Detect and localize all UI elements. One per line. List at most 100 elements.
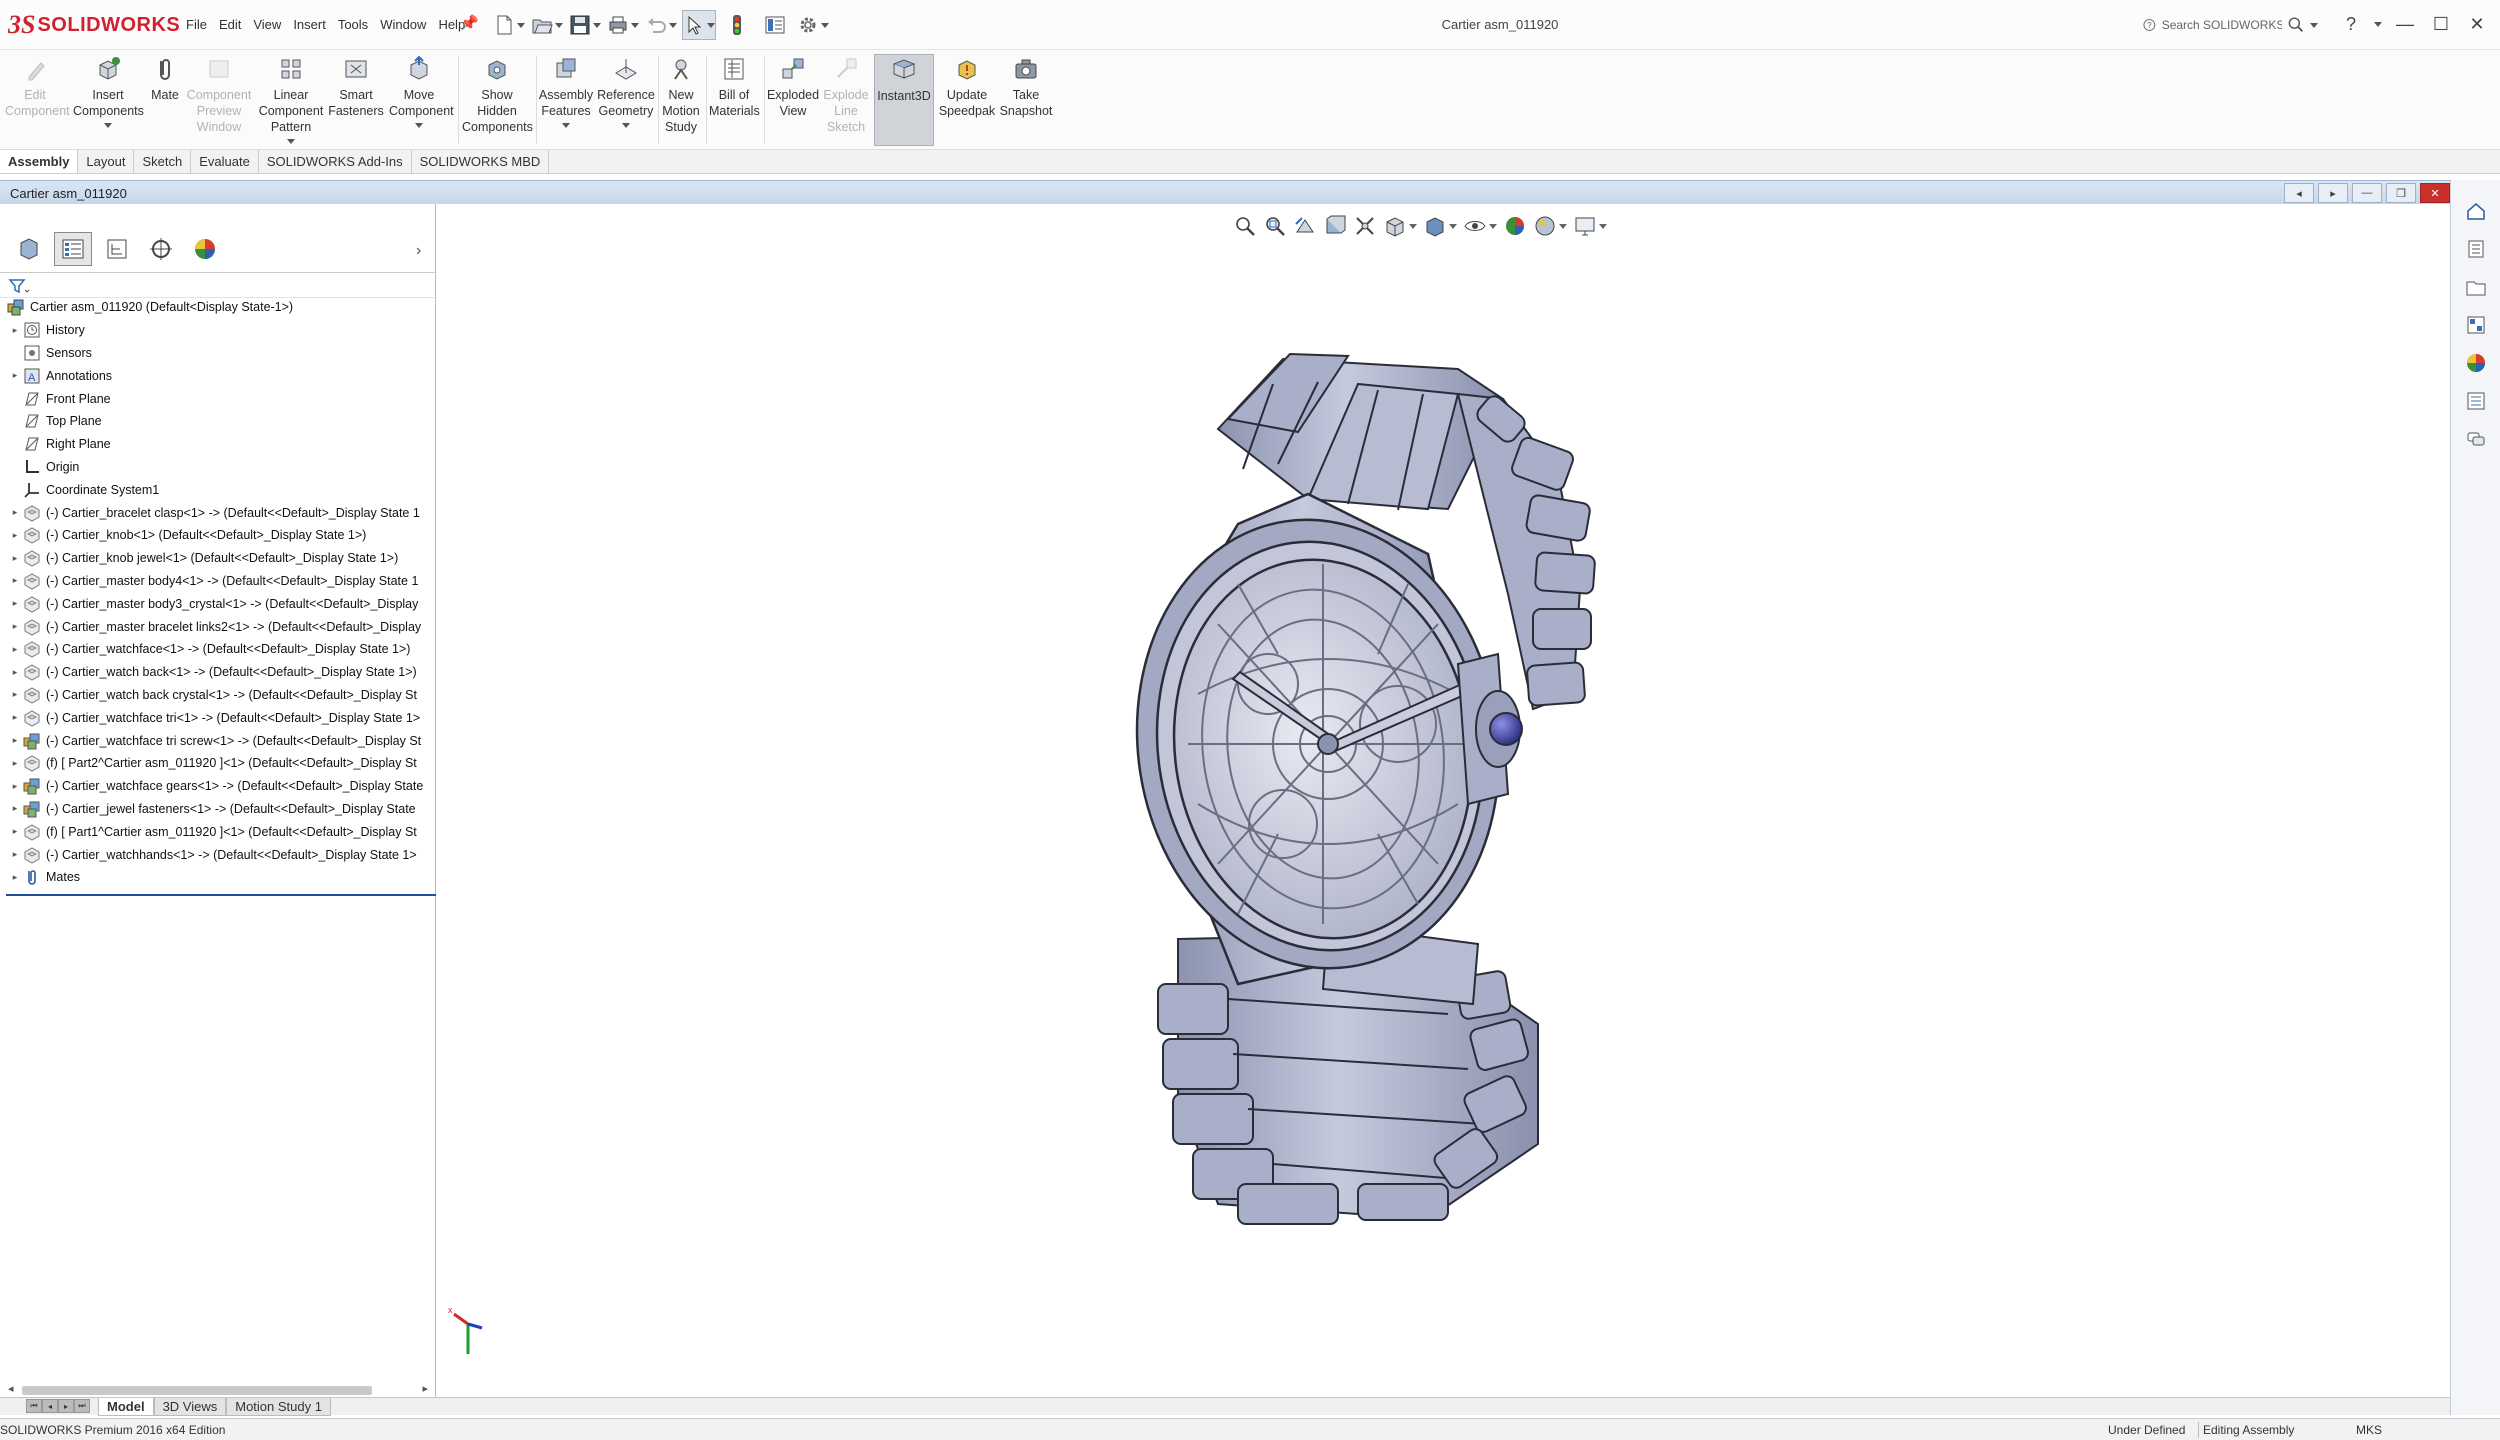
- tree-item[interactable]: ▸ (-) Cartier_watchface tri<1> -> (Defaul…: [0, 706, 436, 729]
- tree-item[interactable]: ▸Sensors: [0, 342, 436, 365]
- expand-arrow-icon[interactable]: ▸: [8, 872, 22, 883]
- undo-button[interactable]: [644, 10, 678, 40]
- scroll-left-icon[interactable]: ◂: [8, 1382, 14, 1395]
- filter-funnel-icon[interactable]: [8, 278, 30, 294]
- tree-item[interactable]: ▸ (-) Cartier_watch back<1> -> (Default<<…: [0, 661, 436, 684]
- section-view-button[interactable]: [1323, 212, 1347, 240]
- display-style-button[interactable]: [1423, 212, 1457, 240]
- tree-item[interactable]: ▸ (-) Cartier_master bracelet links2<1> -…: [0, 615, 436, 638]
- tab-evaluate[interactable]: Evaluate: [191, 150, 259, 173]
- minimize-button[interactable]: —: [2392, 10, 2418, 38]
- print-button[interactable]: [606, 10, 640, 40]
- solidworks-resources-icon[interactable]: [2463, 198, 2489, 224]
- edit-component-button[interactable]: Edit Component: [2, 54, 70, 146]
- reference-geometry-dropdown-icon[interactable]: [622, 123, 630, 128]
- doc-close-button[interactable]: ✕: [2420, 183, 2450, 203]
- close-button[interactable]: ✕: [2464, 10, 2490, 38]
- tab-sketch[interactable]: Sketch: [134, 150, 192, 173]
- tree-item[interactable]: ▸ (-) Cartier_watchhands<1> -> (Default<<…: [0, 843, 436, 866]
- tree-item[interactable]: ▸ (-) Cartier_watchface gears<1> -> (Defa…: [0, 775, 436, 798]
- menu-insert[interactable]: Insert: [287, 15, 332, 34]
- design-library-icon[interactable]: [2463, 236, 2489, 262]
- view-palette-icon[interactable]: [2463, 312, 2489, 338]
- unit-system-selector[interactable]: MKS: [2356, 1423, 2382, 1437]
- move-component-button[interactable]: Move Component: [386, 54, 454, 146]
- edit-appearance-button[interactable]: [1503, 212, 1527, 240]
- menu-tools[interactable]: Tools: [332, 15, 374, 34]
- first-tab-icon[interactable]: ⏮: [26, 1399, 42, 1413]
- update-speedpak-button[interactable]: Update Speedpak: [938, 54, 996, 146]
- expand-arrow-icon[interactable]: ▸: [8, 781, 22, 792]
- tab-layout[interactable]: Layout: [78, 150, 135, 173]
- linear-pattern-dropdown-icon[interactable]: [287, 139, 295, 144]
- horizontal-scrollbar[interactable]: ◂ ▸: [8, 1382, 428, 1396]
- rollback-bar[interactable]: [6, 894, 436, 896]
- tree-item[interactable]: ▸ Mates: [0, 866, 436, 889]
- tree-item[interactable]: ▸ (f) [ Part2^Cartier asm_011920 ]<1> (De…: [0, 752, 436, 775]
- show-hidden-components-button[interactable]: Show Hidden Components: [462, 54, 533, 146]
- previous-tab-icon[interactable]: ◂: [42, 1399, 58, 1413]
- tree-root[interactable]: Cartier asm_011920 (Default<Display Stat…: [0, 296, 436, 319]
- linear-component-pattern-button[interactable]: Linear Component Pattern: [256, 54, 326, 146]
- tree-item[interactable]: ▸ History: [0, 319, 436, 342]
- expand-arrow-icon[interactable]: ▸: [8, 530, 22, 541]
- expand-arrow-icon[interactable]: ▸: [8, 849, 22, 860]
- instant3d-button[interactable]: Instant3D: [874, 54, 934, 146]
- tab-model[interactable]: Model: [98, 1398, 154, 1416]
- tree-item[interactable]: ▸Origin: [0, 456, 436, 479]
- select-button[interactable]: [682, 10, 716, 40]
- expand-arrow-icon[interactable]: ▸: [8, 621, 22, 632]
- scroll-right-icon[interactable]: ▸: [422, 1382, 428, 1395]
- search-input[interactable]: [2161, 18, 2282, 32]
- expand-arrow-icon[interactable]: ▸: [8, 507, 22, 518]
- doc-minimize-button[interactable]: —: [2352, 183, 2382, 203]
- tree-item[interactable]: ▸ (-) Cartier_master body3_crystal<1> -> …: [0, 592, 436, 615]
- property-manager-tab[interactable]: [54, 232, 92, 266]
- apply-scene-button[interactable]: [1533, 212, 1567, 240]
- expand-arrow-icon[interactable]: ▸: [8, 575, 22, 586]
- tab-solidworks-add-ins[interactable]: SOLIDWORKS Add-Ins: [259, 150, 412, 173]
- maximize-button[interactable]: ☐: [2428, 10, 2454, 38]
- options-button[interactable]: [796, 10, 830, 40]
- new-document-button[interactable]: [492, 10, 526, 40]
- assembly-features-dropdown-icon[interactable]: [562, 123, 570, 128]
- scroll-thumb[interactable]: [22, 1386, 372, 1395]
- help-icon[interactable]: ?: [2338, 10, 2364, 38]
- tree-item[interactable]: ▸Front Plane: [0, 387, 436, 410]
- expand-arrow-icon[interactable]: ▸: [8, 644, 22, 655]
- display-manager-tab[interactable]: [186, 232, 224, 266]
- tree-item[interactable]: ▸ (-) Cartier_master body4<1> -> (Default…: [0, 570, 436, 593]
- tree-item[interactable]: ▸ (-) Cartier_jewel fasteners<1> -> (Defa…: [0, 798, 436, 821]
- open-button[interactable]: [530, 10, 564, 40]
- tab-3d-views[interactable]: 3D Views: [153, 1398, 227, 1416]
- expand-arrow-icon[interactable]: ▸: [8, 826, 22, 837]
- expand-arrow-icon[interactable]: ▸: [8, 803, 22, 814]
- new-motion-study-button[interactable]: New Motion Study: [660, 54, 702, 146]
- view-settings-button[interactable]: [1573, 212, 1607, 240]
- dynamic-annotation-button[interactable]: [1353, 212, 1377, 240]
- search-dropdown-icon[interactable]: [2310, 22, 2318, 28]
- file-explorer-icon[interactable]: [2463, 274, 2489, 300]
- tree-item[interactable]: ▸ (-) Cartier_bracelet clasp<1> -> (Defau…: [0, 501, 436, 524]
- watch-3d-model[interactable]: [1028, 324, 1728, 1324]
- pin-menu-icon[interactable]: 📌: [460, 14, 479, 32]
- tile-next-icon[interactable]: ▸: [2318, 183, 2348, 203]
- custom-properties-icon[interactable]: [2463, 388, 2489, 414]
- tab-motion-study-1[interactable]: Motion Study 1: [226, 1398, 331, 1416]
- search-icon[interactable]: [2288, 16, 2304, 34]
- assembly-features-button[interactable]: Assembly Features: [538, 54, 594, 146]
- explode-line-sketch-button[interactable]: Explode Line Sketch: [822, 54, 870, 146]
- tree-item[interactable]: ▸ (f) [ Part1^Cartier asm_011920 ]<1> (De…: [0, 820, 436, 843]
- next-tab-icon[interactable]: ▸: [58, 1399, 74, 1413]
- menu-edit[interactable]: Edit: [213, 15, 247, 34]
- tree-item[interactable]: ▸ (-) Cartier_watch back crystal<1> -> (D…: [0, 684, 436, 707]
- tile-previous-icon[interactable]: ◂: [2284, 183, 2314, 203]
- tree-item[interactable]: ▸Right Plane: [0, 433, 436, 456]
- expand-arrow-icon[interactable]: ▸: [8, 735, 22, 746]
- rebuild-button[interactable]: [720, 10, 754, 40]
- previous-view-button[interactable]: [1293, 212, 1317, 240]
- expand-arrow-icon[interactable]: ▸: [8, 325, 22, 336]
- take-snapshot-button[interactable]: Take Snapshot: [998, 54, 1054, 146]
- last-tab-icon[interactable]: ⏭: [74, 1399, 90, 1413]
- tree-item[interactable]: ▸ (-) Cartier_watchface tri screw<1> -> (…: [0, 729, 436, 752]
